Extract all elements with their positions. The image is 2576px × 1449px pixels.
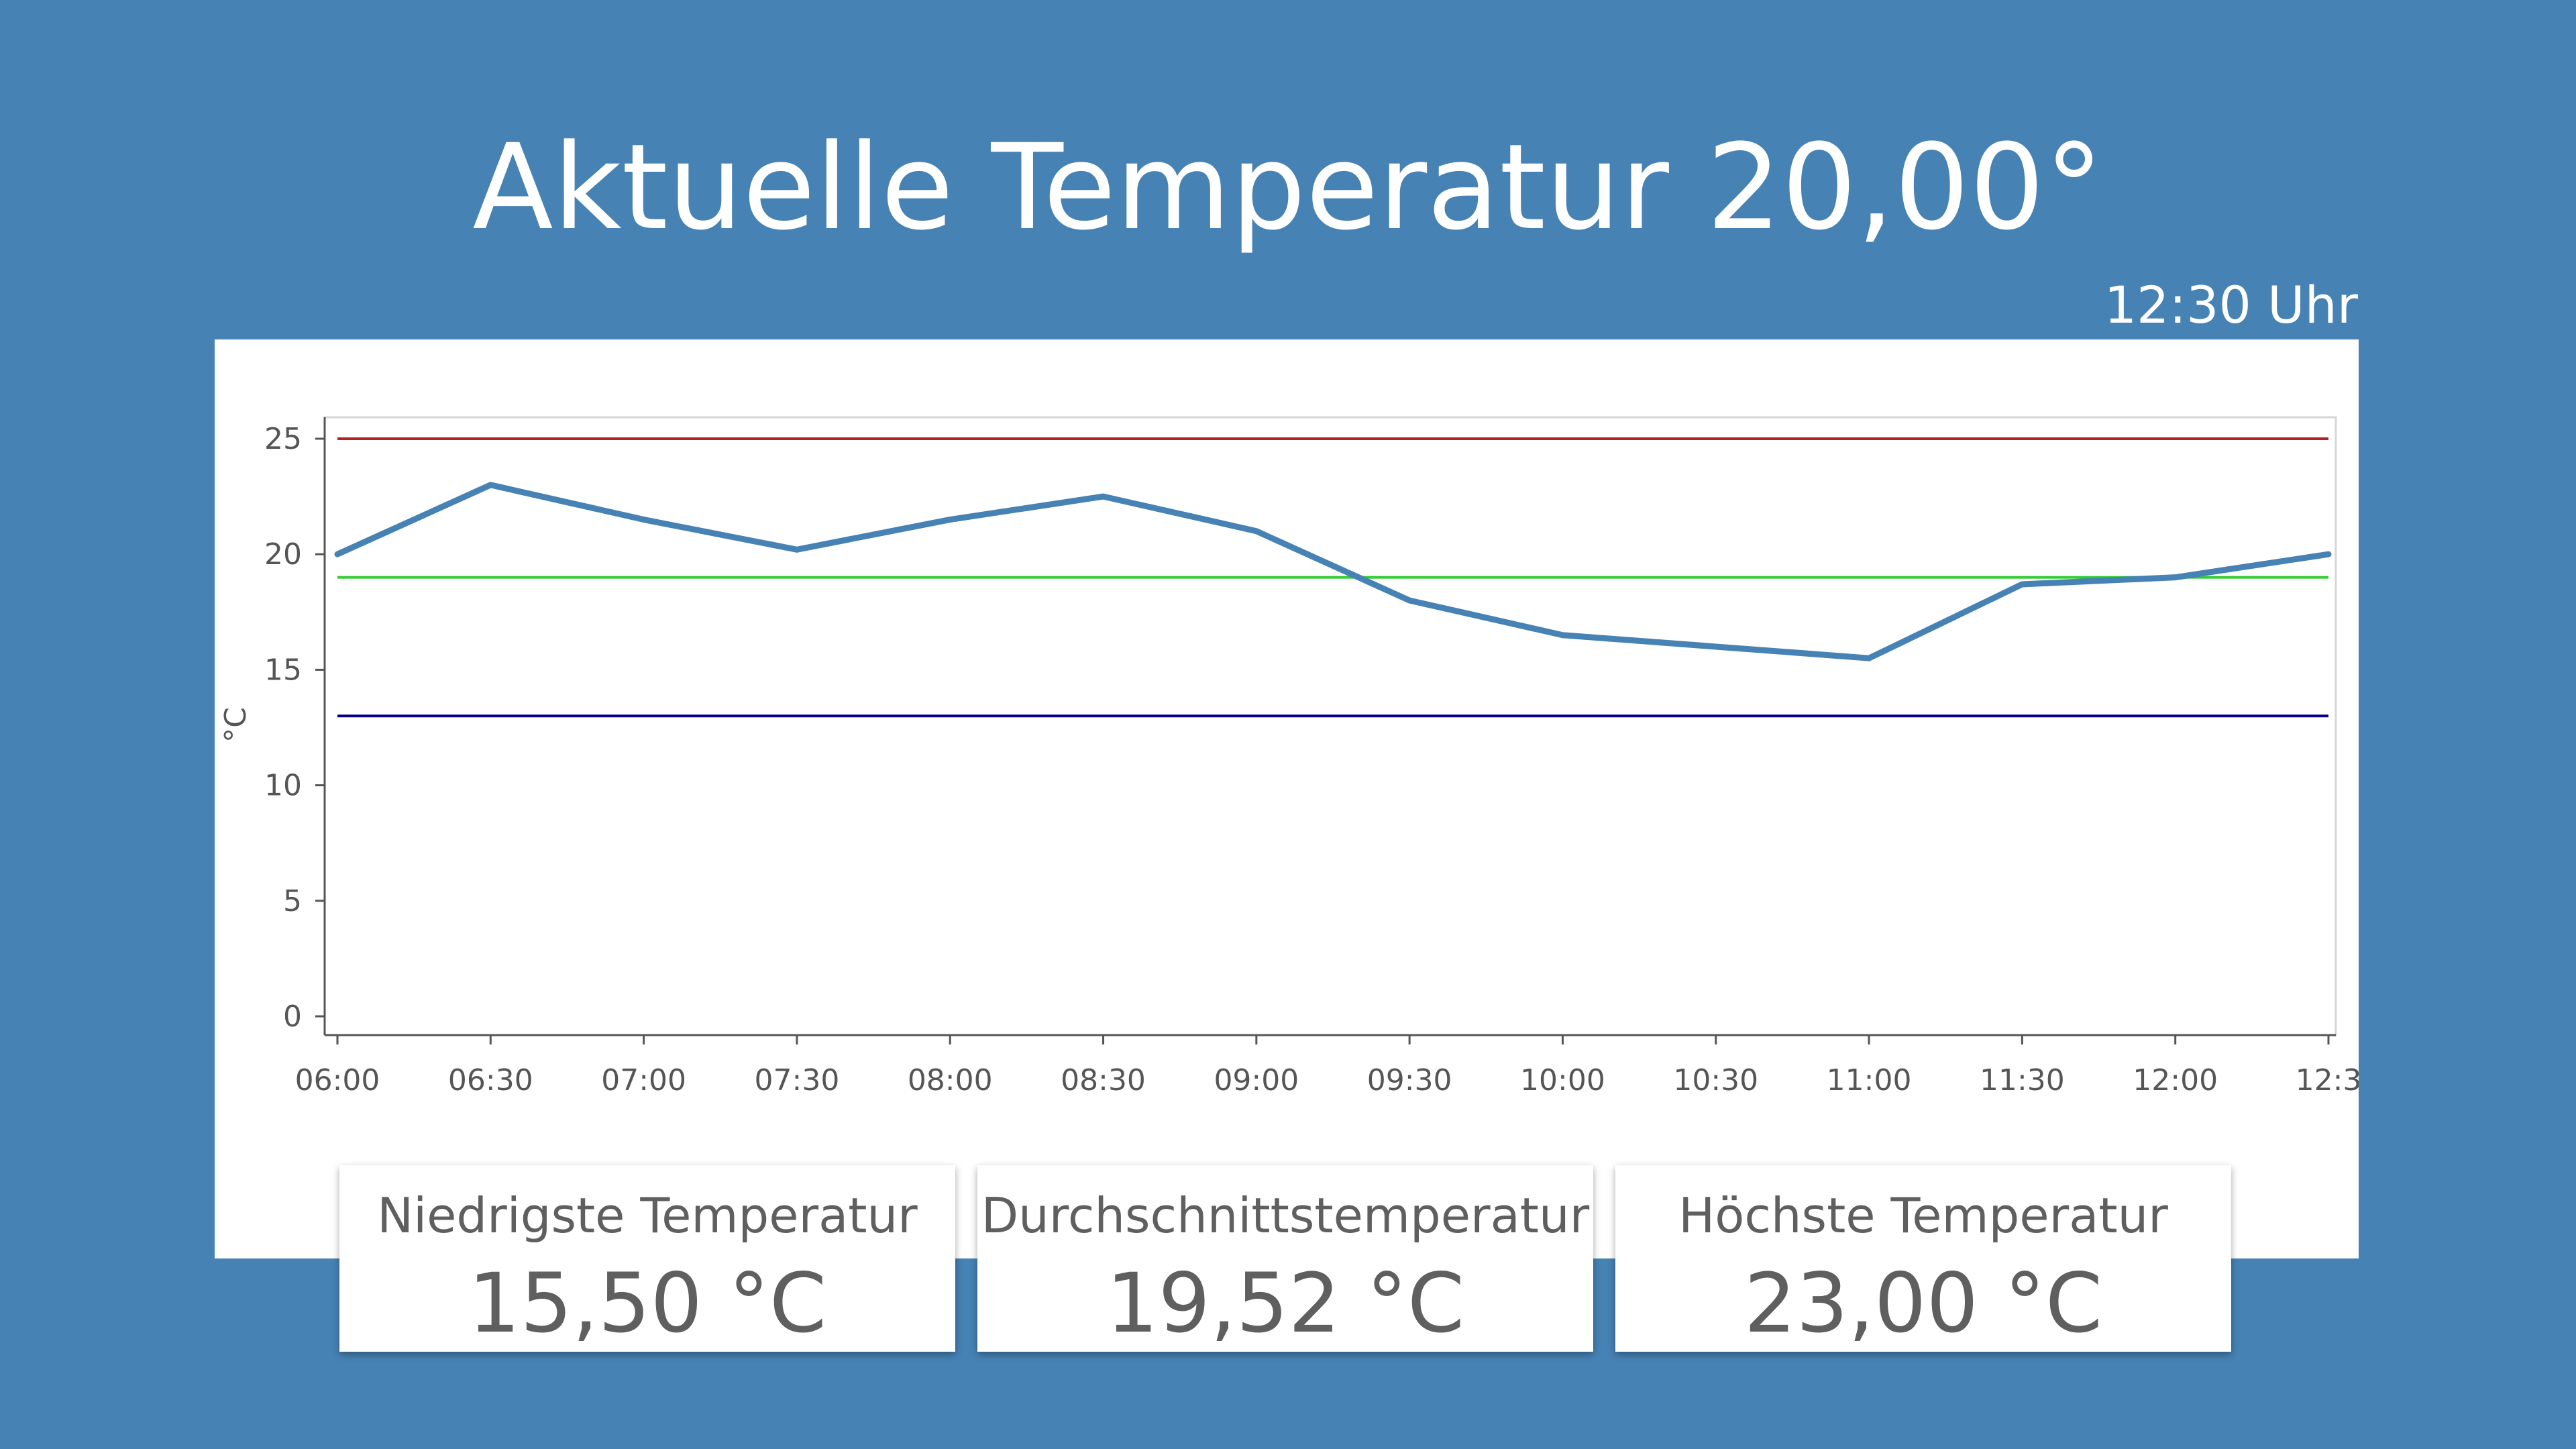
data-point xyxy=(490,484,492,486)
x-tick-label: 06:30 xyxy=(448,1063,533,1097)
x-tick-label: 12:00 xyxy=(2133,1063,2218,1097)
data-point xyxy=(1409,600,1411,602)
data-point xyxy=(1715,645,1717,647)
stat-card-average: Durchschnittstemperatur 19,52 °C xyxy=(977,1165,1593,1352)
x-tick-label: 07:30 xyxy=(755,1063,840,1097)
data-point xyxy=(949,519,951,521)
stat-card-min: Niedrigste Temperatur 15,50 °C xyxy=(339,1165,955,1352)
stat-max-label: Höchste Temperatur xyxy=(1678,1187,2168,1244)
data-point xyxy=(1562,634,1564,636)
data-point xyxy=(1868,657,1870,659)
x-tick-label: 10:00 xyxy=(1520,1063,1605,1097)
x-tick-label: 08:00 xyxy=(908,1063,993,1097)
data-point xyxy=(2021,583,2023,585)
x-tick-label: 09:00 xyxy=(1214,1063,1299,1097)
x-tick-label: 07:00 xyxy=(601,1063,686,1097)
y-tick-label: 10 xyxy=(264,769,302,803)
y-axis-label: °C xyxy=(219,707,253,743)
page-title: Aktuelle Temperatur 20,00° xyxy=(472,119,2104,256)
stat-min-label: Niedrigste Temperatur xyxy=(377,1187,918,1244)
stat-avg-value: 19,52 °C xyxy=(1106,1256,1465,1351)
temperature-series-line xyxy=(334,482,2332,661)
data-point xyxy=(337,553,338,555)
x-tick-label: 12:3 xyxy=(2296,1063,2359,1097)
x-tick-label: 09:30 xyxy=(1367,1063,1452,1097)
y-tick-label: 0 xyxy=(283,1000,302,1034)
y-tick-label: 25 xyxy=(264,422,302,456)
dashboard-page: Aktuelle Temperatur 20,00° 12:30 Uhr 0 5 1… xyxy=(0,0,2576,1449)
stat-card-max: Höchste Temperatur 23,00 °C xyxy=(1615,1165,2231,1352)
y-tick-label: 20 xyxy=(264,537,302,572)
stat-avg-label: Durchschnittstemperatur xyxy=(981,1187,1590,1244)
current-time: 12:30 Uhr xyxy=(2104,275,2358,335)
y-tick-label: 15 xyxy=(264,653,302,687)
data-point xyxy=(796,549,798,551)
temperature-line-chart: 0 5 10 15 20 25 °C 06:00 06:30 07:00 07:30 08:00 08:… xyxy=(219,416,2359,1097)
data-point xyxy=(1255,530,1257,532)
data-point xyxy=(1102,496,1104,498)
x-tick-label: 08:30 xyxy=(1061,1063,1146,1097)
plot-frame xyxy=(323,416,2337,1036)
data-point xyxy=(2328,553,2329,555)
data-point xyxy=(643,519,645,521)
chart-panel: 0 5 10 15 20 25 °C 06:00 06:30 07:00 07:30 08:00 08:… xyxy=(215,339,2359,1258)
stat-max-value: 23,00 °C xyxy=(1743,1256,2103,1351)
x-tick-label: 10:30 xyxy=(1673,1063,1758,1097)
y-tick-label: 5 xyxy=(283,884,302,918)
x-tick-label: 06:00 xyxy=(295,1063,380,1097)
x-tick-label: 11:30 xyxy=(1980,1063,2065,1097)
x-tick-label: 11:00 xyxy=(1827,1063,1912,1097)
stat-min-value: 15,50 °C xyxy=(468,1256,827,1351)
data-point xyxy=(2174,576,2176,578)
